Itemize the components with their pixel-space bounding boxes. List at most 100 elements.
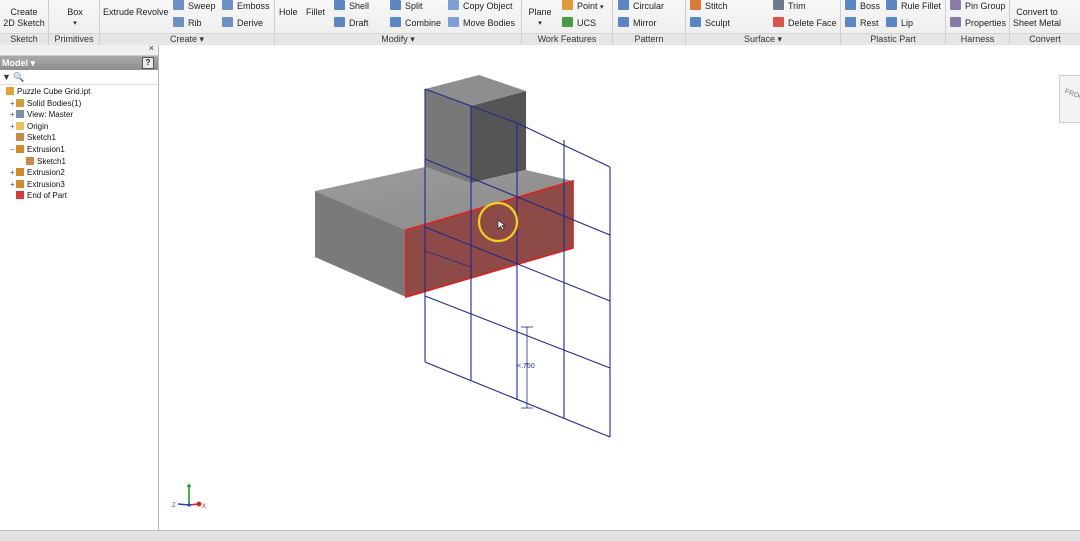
- group-label-modify[interactable]: Modify ▾: [275, 33, 521, 45]
- viewcube-face-label: FRONT: [1063, 88, 1080, 103]
- tree-item-label: Solid Bodies(1): [27, 98, 82, 108]
- create-2d-sketch-button[interactable]: Create 2D Sketch: [2, 7, 46, 29]
- tree-item-label: Origin: [27, 121, 49, 131]
- boss-icon: [845, 0, 856, 10]
- hole-button[interactable]: Hole: [279, 7, 298, 18]
- sweep-icon: [173, 0, 184, 10]
- sculpt-icon: [690, 17, 701, 27]
- group-label-sketch: Sketch: [0, 33, 48, 45]
- tree-item[interactable]: + Extrusion3: [0, 179, 158, 191]
- tree-item-label: Puzzle Cube Grid.ipt: [17, 87, 91, 96]
- shell-icon: [334, 0, 345, 10]
- model-dropdown[interactable]: Model ▾ ?: [0, 56, 158, 70]
- group-label-primitives: Primitives: [49, 33, 99, 45]
- tree-item-label: Extrusion2: [27, 168, 65, 178]
- rest-icon: [845, 17, 856, 27]
- revolve-label: Revolve: [136, 7, 169, 17]
- tree-item[interactable]: + Origin: [0, 121, 158, 133]
- delete-face-icon: [773, 17, 784, 27]
- group-label-plastic-part: Plastic Part: [841, 33, 945, 45]
- close-icon[interactable]: ×: [149, 43, 154, 53]
- dropdown-arrow-icon: ▾: [538, 20, 542, 27]
- model-browser: × Model ▾ ? ▼ 🔍 Puzzle Cube Grid.ipt + Sol…: [0, 43, 159, 530]
- lip-icon: [886, 17, 897, 27]
- feature-icon: [16, 110, 24, 119]
- feature-icon: [16, 121, 24, 130]
- derive-button[interactable]: Derive: [222, 17, 263, 29]
- tree-item-label: View: Master: [27, 110, 74, 120]
- mirror-button[interactable]: Mirror: [618, 17, 657, 29]
- plane-button[interactable]: Plane ▾: [526, 7, 554, 29]
- tree-item[interactable]: + Solid Bodies(1): [0, 98, 158, 110]
- sculpt-button[interactable]: Sculpt: [690, 17, 730, 29]
- ucs-icon: [562, 17, 573, 27]
- dimension-horizontal-value[interactable]: .263: [439, 260, 453, 267]
- extrude-button[interactable]: Extrude: [103, 7, 134, 18]
- tree-item[interactable]: + View: Master: [0, 109, 158, 121]
- ucs-button[interactable]: UCS: [562, 17, 596, 29]
- circular-button[interactable]: Circular: [618, 0, 664, 12]
- dimension-vertical-value[interactable]: <.750: [517, 363, 535, 370]
- convert-to-sheet-metal-button[interactable]: Convert to Sheet Metal: [1011, 7, 1063, 29]
- shell-button[interactable]: Shell: [334, 0, 369, 12]
- split-button[interactable]: Split: [390, 0, 423, 12]
- tree-item[interactable]: Puzzle Cube Grid.ipt: [0, 86, 158, 98]
- tree-item[interactable]: End of Part: [0, 190, 158, 202]
- pin-group-button[interactable]: Pin Group: [950, 0, 1006, 12]
- properties-icon: [950, 17, 961, 27]
- group-label-harness: Harness: [946, 33, 1009, 45]
- pin-group-icon: [950, 0, 961, 10]
- point-icon: [562, 0, 573, 10]
- draft-button[interactable]: Draft: [334, 17, 369, 29]
- ribbon: Create 2D Sketch Box ▾ Extrude Revolve S…: [0, 0, 1080, 46]
- viewcube[interactable]: FRONT: [1059, 75, 1080, 123]
- tree-item[interactable]: Sketch1: [0, 156, 158, 168]
- circular-pattern-icon: [618, 0, 629, 10]
- 2d-sketch-label: 2D Sketch: [3, 18, 45, 28]
- lip-button[interactable]: Lip: [886, 17, 913, 29]
- delete-face-button[interactable]: Delete Face: [773, 17, 837, 29]
- fillet-button[interactable]: Fillet: [306, 7, 325, 18]
- tree-item[interactable]: Sketch1: [0, 132, 158, 144]
- rib-icon: [173, 17, 184, 27]
- group-label-convert: Convert: [1010, 33, 1080, 45]
- rest-button[interactable]: Rest: [845, 17, 879, 29]
- combine-icon: [390, 17, 401, 27]
- sweep-button[interactable]: Sweep: [173, 0, 216, 12]
- mirror-icon: [618, 17, 629, 27]
- boss-button[interactable]: Boss: [845, 0, 880, 12]
- graphics-viewport[interactable]: .263 <.750 Z X FRONT: [159, 45, 1080, 530]
- move-bodies-icon: [448, 17, 459, 27]
- feature-icon: [26, 156, 34, 165]
- move-bodies-button[interactable]: Move Bodies: [448, 17, 515, 29]
- cube-right-face[interactable]: [471, 91, 526, 183]
- extrude-label: Extrude: [103, 7, 135, 17]
- tree-item[interactable]: − Extrusion1: [0, 144, 158, 156]
- axis-triad-icon: [177, 484, 202, 507]
- tree-item[interactable]: + Extrusion2: [0, 167, 158, 179]
- revolve-button[interactable]: Revolve: [136, 7, 169, 18]
- feature-icon: [6, 87, 14, 95]
- box-button[interactable]: Box ▾: [60, 7, 90, 29]
- box-label: Box: [67, 7, 83, 17]
- properties-button[interactable]: Properties: [950, 17, 1006, 29]
- group-label-work-features: Work Features: [522, 33, 612, 45]
- feature-icon: [16, 191, 24, 200]
- draft-icon: [334, 17, 345, 27]
- rule-fillet-icon: [886, 0, 897, 10]
- help-icon[interactable]: ?: [142, 57, 154, 69]
- stitch-button[interactable]: Stitch: [690, 0, 728, 12]
- group-label-create[interactable]: Create ▾: [100, 33, 274, 45]
- trim-button[interactable]: Trim: [773, 0, 806, 12]
- copy-object-icon: [448, 0, 459, 10]
- model-canvas[interactable]: .263 <.750 Z X: [159, 45, 1080, 530]
- rib-button[interactable]: Rib: [173, 17, 202, 29]
- combine-button[interactable]: Combine: [390, 17, 441, 29]
- filter-and-find-icons[interactable]: ▼ 🔍: [2, 72, 25, 82]
- group-label-surface[interactable]: Surface ▾: [686, 33, 840, 45]
- point-button[interactable]: Point ▾: [562, 0, 604, 13]
- rule-fillet-button[interactable]: Rule Fillet: [886, 0, 941, 12]
- copy-object-button[interactable]: Copy Object: [448, 0, 513, 12]
- emboss-button[interactable]: Emboss: [222, 0, 270, 12]
- emboss-icon: [222, 0, 233, 10]
